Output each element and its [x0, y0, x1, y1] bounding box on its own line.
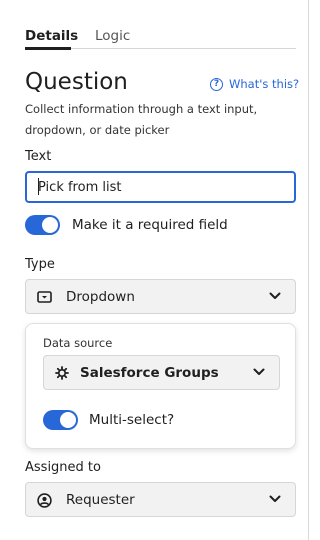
- multi-select-label: Multi-select?: [89, 412, 175, 428]
- text-input[interactable]: [25, 171, 296, 203]
- question-mark-icon: ?: [210, 78, 223, 91]
- tab-details[interactable]: Details: [25, 28, 78, 44]
- tab-logic[interactable]: Logic: [95, 28, 130, 44]
- required-field-label: Make it a required field: [72, 217, 228, 233]
- tab-bar: Details Logic: [25, 26, 296, 50]
- toggle-knob: [60, 412, 76, 428]
- text-cursor: [38, 178, 39, 195]
- question-settings-panel: Details Logic Question ? What's this? Co…: [0, 0, 309, 540]
- type-label: Type: [25, 257, 55, 272]
- chevron-down-icon: [253, 368, 265, 375]
- assigned-to-label: Assigned to: [25, 460, 101, 475]
- data-source-value: Salesforce Groups: [80, 365, 219, 381]
- dropdown-options-card: Data source Salesforce Groups Multi-sele…: [25, 323, 296, 449]
- data-source-label: Data source: [43, 336, 113, 350]
- chevron-down-icon: [269, 495, 281, 502]
- user-circle-icon: [37, 493, 52, 508]
- type-select[interactable]: Dropdown: [25, 279, 296, 314]
- text-field-label: Text: [25, 149, 52, 164]
- dropdown-icon: [37, 291, 52, 303]
- data-source-select[interactable]: Salesforce Groups: [43, 355, 280, 390]
- assigned-to-select[interactable]: Requester: [25, 482, 296, 517]
- chevron-down-icon: [269, 292, 281, 299]
- active-tab-indicator: [25, 47, 71, 50]
- section-description: Collect information through a text input…: [25, 102, 258, 137]
- whats-this-label: What's this?: [229, 77, 300, 91]
- type-select-value: Dropdown: [66, 289, 135, 305]
- required-field-toggle[interactable]: [25, 215, 60, 235]
- section-title: Question: [25, 69, 128, 95]
- whats-this-link[interactable]: ? What's this?: [210, 77, 299, 92]
- toggle-knob: [42, 217, 58, 233]
- gear-icon: [55, 366, 69, 380]
- multi-select-toggle[interactable]: [43, 410, 78, 430]
- assigned-to-value: Requester: [66, 492, 135, 508]
